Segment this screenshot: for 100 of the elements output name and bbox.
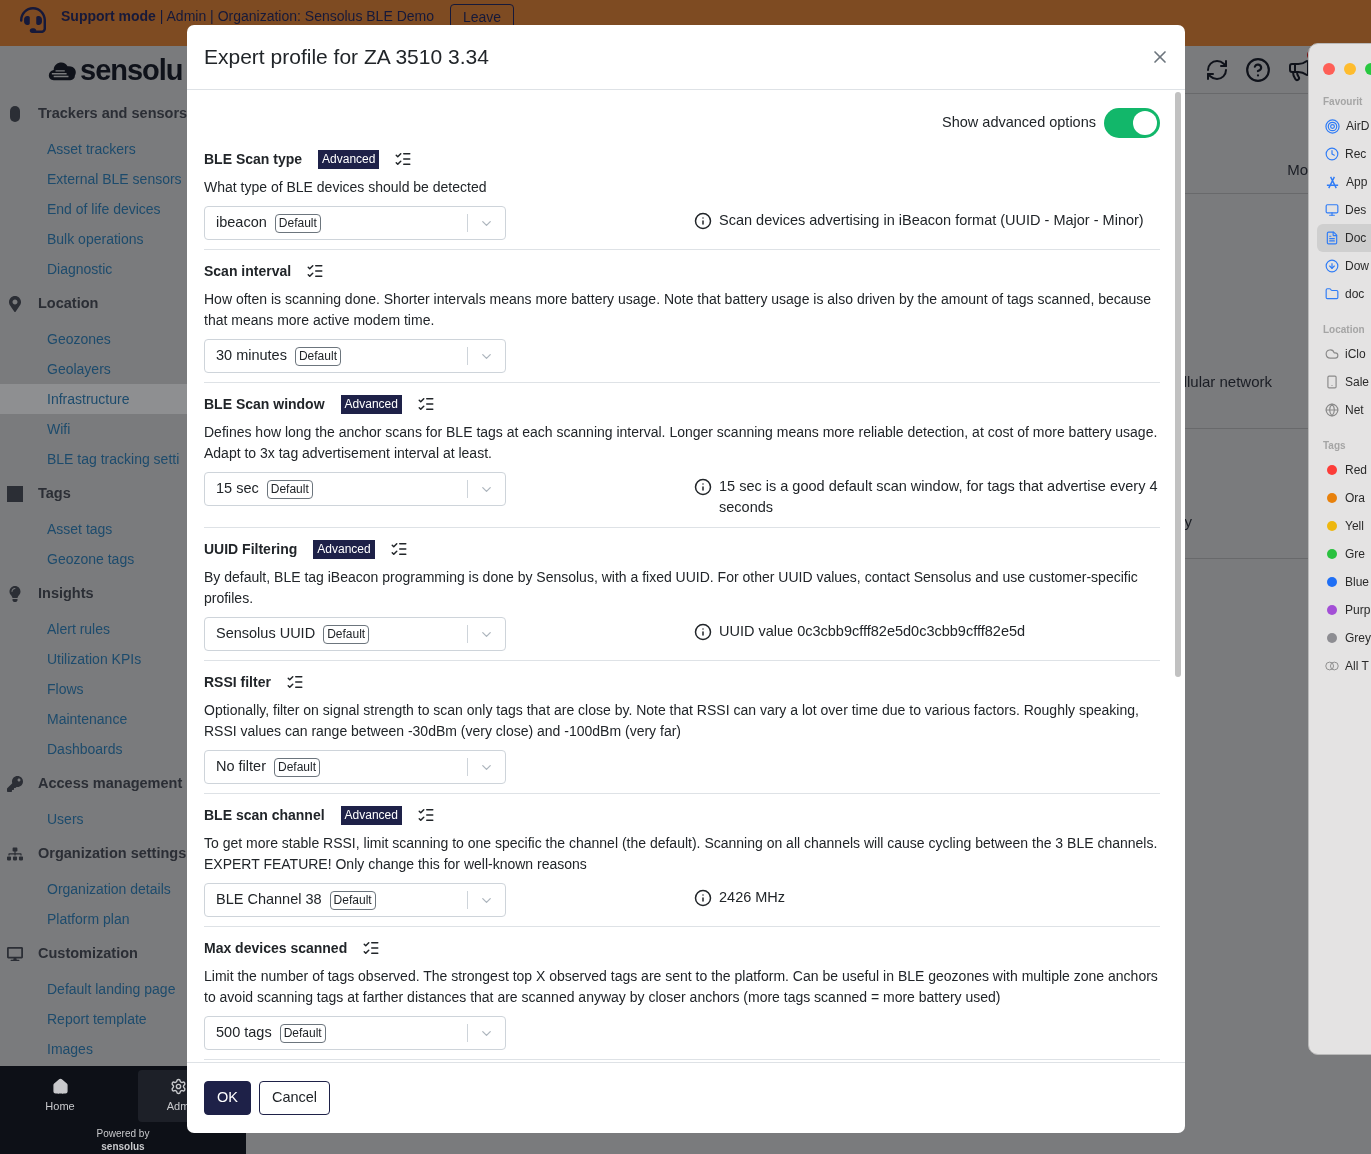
default-tag: Default [279, 1023, 326, 1043]
advanced-tag: Advanced [313, 539, 375, 559]
finder-sidebar-item[interactable]: Red [1317, 456, 1371, 484]
finder-section-label: Favourit [1323, 95, 1364, 109]
airdrop-icon [1325, 118, 1340, 134]
finder-sidebar-item[interactable]: App [1317, 168, 1371, 196]
select-field[interactable]: No filter Default [204, 750, 506, 784]
finder-sidebar-item[interactable]: Doc [1317, 224, 1371, 252]
advanced-options-toggle[interactable] [1104, 108, 1160, 138]
finder-sidebar-item[interactable]: Blue [1317, 568, 1371, 596]
default-tag: Default [266, 479, 313, 499]
finder-sidebar-item[interactable]: doc [1317, 280, 1371, 308]
finder-sidebar-item[interactable]: Grey [1317, 624, 1371, 652]
list-icon[interactable] [416, 806, 435, 824]
select-field[interactable]: ibeacon Default [204, 206, 506, 240]
cancel-button[interactable]: Cancel [258, 1081, 331, 1115]
finder-sidebar-item[interactable]: Purp [1317, 596, 1371, 624]
finder-section-label: Tags [1323, 439, 1347, 453]
map-pin-icon [7, 296, 23, 312]
info-text: UUID value 0c3cbb9cfff82e5d0c3cbb9cfff82e5d [719, 622, 1026, 641]
sitemap-icon [7, 846, 23, 862]
cloud-icon [1325, 347, 1339, 361]
select-value: 15 sec [216, 479, 259, 499]
default-tag: Default [329, 890, 376, 910]
clock-icon [1325, 147, 1339, 161]
lightbulb-icon [7, 586, 23, 602]
advanced-tag: Advanced [318, 149, 380, 169]
select-field[interactable]: Sensolus UUID Default [204, 617, 506, 651]
finder-sidebar-item[interactable]: All T [1317, 652, 1371, 680]
finder-sidebar-item[interactable]: Sale [1317, 368, 1371, 396]
logo-text: sensolu [80, 55, 183, 85]
monitor-icon [7, 946, 23, 962]
default-tag: Default [294, 346, 341, 366]
info-text: 15 sec is a good default scan window, for tags that advertise every 4 seconds [719, 477, 1159, 517]
section-label: Access management [38, 774, 183, 794]
setting-title: Max devices scanned [204, 938, 348, 958]
list-icon[interactable] [389, 540, 408, 558]
powered-by-label: Powered by [96, 1127, 150, 1141]
toggle-label: Show advanced options [942, 113, 1096, 133]
download-icon [1325, 259, 1339, 273]
refresh-icon[interactable] [1205, 57, 1229, 82]
list-icon[interactable] [362, 939, 381, 957]
scrollbar-thumb[interactable] [1175, 92, 1181, 677]
desktop-icon [1325, 203, 1339, 217]
gear-icon [169, 1077, 187, 1095]
select-field[interactable]: 30 minutes Default [204, 339, 506, 373]
table-cell-text: y [1184, 512, 1192, 533]
globe-icon [1325, 403, 1339, 417]
default-tag: Default [273, 757, 320, 777]
finder-sidebar-item[interactable]: Net [1317, 396, 1371, 424]
finder-sidebar-item[interactable]: Ora [1317, 484, 1371, 512]
table-cell-text: Mo [1287, 159, 1308, 180]
finder-sidebar-item[interactable]: Dow [1317, 252, 1371, 280]
key-icon [7, 776, 23, 792]
finder-sidebar-item[interactable]: Rec [1317, 140, 1371, 168]
select-field[interactable]: BLE Channel 38 Default [204, 883, 506, 917]
table-cell-text: llular network [1183, 372, 1272, 393]
tracker-icon [9, 106, 21, 122]
select-field[interactable]: 15 sec Default [204, 472, 506, 506]
section-label: Insights [38, 584, 94, 604]
app-store-icon [1325, 174, 1340, 190]
phone-icon [1325, 375, 1339, 389]
select-field[interactable]: 500 tags Default [204, 1016, 506, 1050]
finder-sidebar-item[interactable]: Yell [1317, 512, 1371, 540]
document-icon [1325, 231, 1339, 245]
folder-icon [1325, 287, 1339, 301]
list-icon[interactable] [416, 395, 435, 413]
list-icon[interactable] [394, 150, 413, 168]
advanced-tag: Advanced [340, 394, 402, 414]
list-icon[interactable] [285, 673, 304, 691]
section-label: Customization [38, 944, 138, 964]
default-tag: Default [274, 213, 321, 233]
finder-section-label: Location [1323, 323, 1366, 337]
all-tags-icon [1325, 661, 1339, 671]
default-tag: Default [323, 624, 370, 644]
help-icon[interactable] [1245, 56, 1271, 83]
support-mode-label: Support mode | Admin | Organization: Sensolus BLE Demo [61, 8, 434, 24]
setting-description: To get more stable RSSI, limit scanning to one specific the channel (the default). Scanning on all channels will cause cycling between the 3 BLE channels. EXPERT FEATURE! Only change this for well-known reasons [204, 834, 1159, 874]
advanced-tag: Advanced [340, 805, 402, 825]
info-icon [694, 212, 712, 230]
square-icon [7, 486, 23, 502]
section-label: Location [38, 294, 99, 314]
info-text: 2426 MHz [719, 888, 786, 907]
info-text: Scan devices advertising in iBeacon format (UUID - Major - Minor) [719, 211, 1144, 230]
megaphone-icon[interactable] [1287, 57, 1311, 82]
info-icon [694, 478, 712, 496]
info-icon [694, 889, 712, 907]
finder-sidebar-item[interactable]: AirD [1317, 112, 1371, 140]
ok-button[interactable]: OK [204, 1081, 251, 1115]
list-icon[interactable] [306, 262, 325, 280]
finder-sidebar-item[interactable]: Des [1317, 196, 1371, 224]
powered-by-logo: sensolus [101, 1141, 145, 1153]
finder-sidebar-item[interactable]: Gre [1317, 540, 1371, 568]
dialog-title: Expert profile for ZA 3510 3.34 [204, 44, 489, 71]
section-label: Organization settings [38, 844, 187, 864]
section-label: Tags [38, 484, 71, 504]
nav-button[interactable]: Home [20, 1070, 100, 1122]
info-icon [694, 623, 712, 641]
finder-sidebar-item[interactable]: iClo [1317, 340, 1371, 368]
sidebar-section-header[interactable]: Trackers and sensors [0, 94, 246, 134]
